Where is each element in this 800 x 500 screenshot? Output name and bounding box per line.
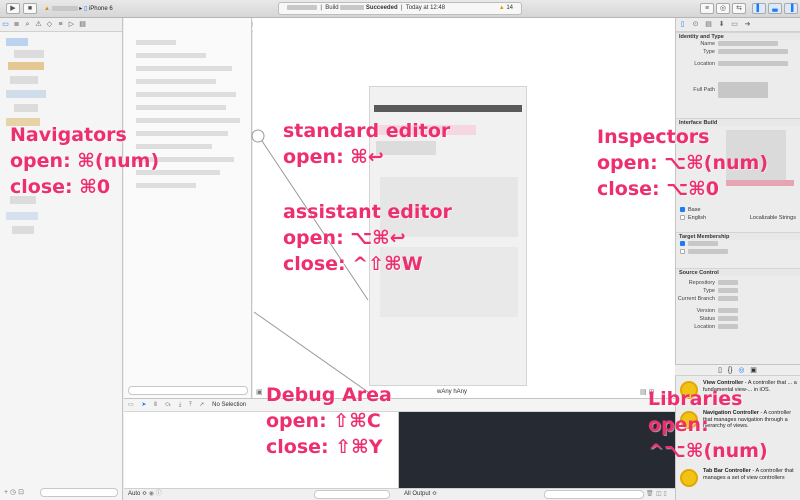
assistant-editor-annotation: assistant editor open: ⌥⌘↩ close: ^⇧⌘W [283,201,452,275]
canvas-callout-circle [251,129,265,143]
standard-editor-annotation: standard editor open: ⌘↩ [283,120,451,168]
libraries-annotation: Libraries open: ^⌥⌘(num) [648,388,768,462]
navigators-annotation: Navigators open: ⌘(num) close: ⌘0 [10,124,160,198]
debug-area-annotation: Debug Area open: ⇧⌘C close: ⇧⌘Y [266,384,392,458]
callout-line [253,311,369,393]
inspectors-annotation: Inspectors open: ⌥⌘(num) close: ⌥⌘0 [597,126,769,200]
